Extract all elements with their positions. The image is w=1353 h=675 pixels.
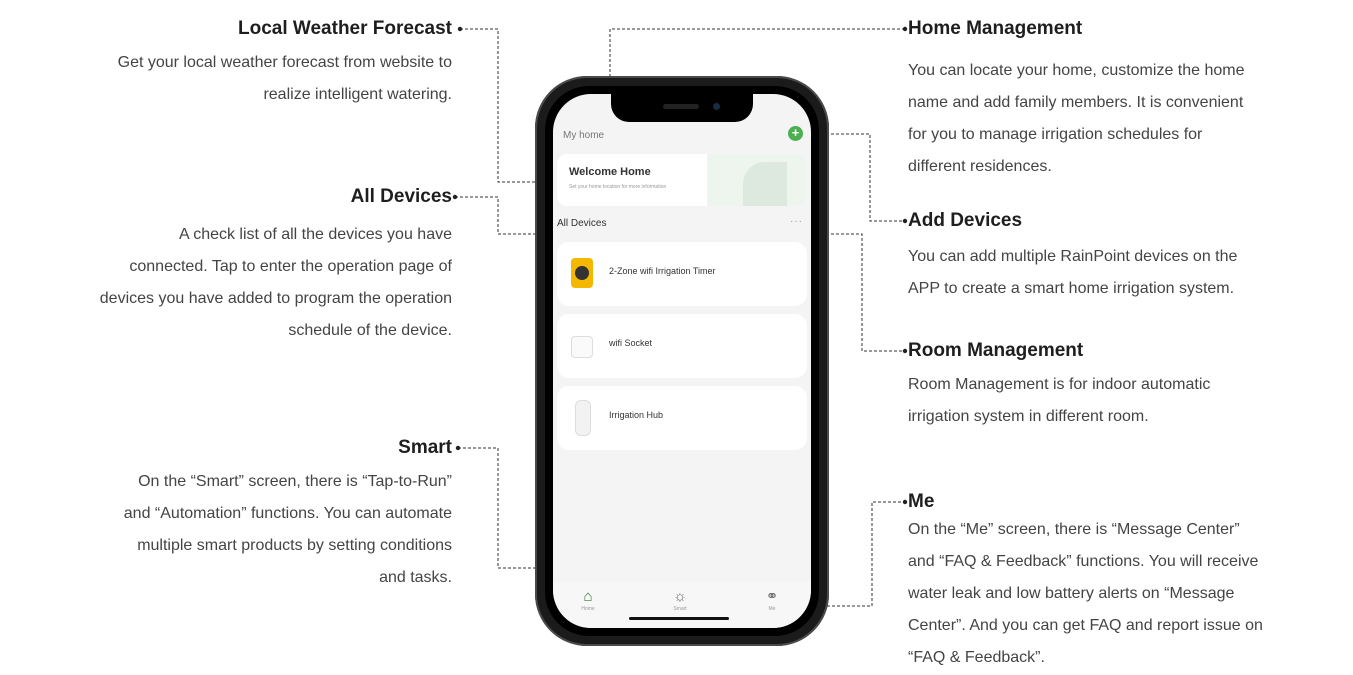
add-device-button[interactable]: + — [788, 126, 803, 141]
annotation-line: realize intelligent watering. — [263, 86, 452, 103]
annotation-line: devices you have added to program the op… — [99, 290, 452, 307]
annotation-line: Get your local weather forecast from web… — [117, 54, 452, 71]
tab-me[interactable]: ⚭ Me — [757, 588, 787, 612]
tab-bar: ⌂ Home ☼ Smart ⚭ Me — [553, 582, 811, 628]
annotation-title: Smart — [398, 437, 452, 458]
annotation-line: A check list of all the devices you have — [178, 226, 452, 243]
tab-home[interactable]: ⌂ Home — [573, 588, 603, 612]
device-label: 2-Zone wifi Irrigation Timer — [609, 266, 716, 276]
home-icon: ⌂ — [583, 588, 593, 605]
welcome-title: Welcome Home — [569, 166, 651, 178]
phone-notch — [611, 94, 753, 122]
device-label: Irrigation Hub — [609, 410, 664, 420]
phone-screen: My home + Welcome Home Set your home loc… — [553, 94, 811, 628]
annotation-room-management: Room Management Room Management is for i… — [908, 339, 1348, 433]
welcome-card[interactable]: Welcome Home Set your home location for … — [557, 154, 807, 206]
annotation-line: and “Automation” functions. You can auto… — [123, 505, 452, 522]
annotation-title: Local Weather Forecast — [237, 18, 452, 39]
tab-label: Me — [768, 606, 776, 612]
annotation-title: Me — [908, 491, 935, 512]
phone-frame: My home + Welcome Home Set your home loc… — [535, 76, 829, 646]
annotation-line: name and add family members. It is conve… — [908, 94, 1244, 111]
device-label: wifi Socket — [609, 338, 653, 348]
more-options-icon[interactable]: ··· — [790, 216, 803, 227]
annotation-line: schedule of the device. — [288, 322, 452, 339]
phone-bezel: My home + Welcome Home Set your home loc… — [545, 86, 819, 636]
annotation-line: and tasks. — [379, 569, 452, 586]
annotation-title: Home Management — [908, 18, 1083, 39]
annotation-title: All Devices — [350, 186, 452, 207]
annotation-line: Center”. And you can get FAQ and report … — [908, 617, 1263, 634]
hub-icon — [575, 400, 591, 436]
annotation-line: On the “Smart” screen, there is “Tap-to-… — [138, 473, 452, 490]
annotation-line: Room Management is for indoor automatic — [908, 376, 1211, 393]
home-indicator — [629, 617, 729, 620]
annotation-line: You can locate your home, customize the … — [908, 62, 1245, 79]
camera-icon — [713, 103, 720, 110]
annotation-add-devices: Add Devices You can add multiple RainPoi… — [908, 209, 1348, 305]
annotation-line: water leak and low battery alerts on “Me… — [908, 585, 1235, 602]
annotation-title: Add Devices — [908, 210, 1023, 231]
annotation-line: “FAQ & Feedback”. — [908, 649, 1045, 666]
annotation-line: and “FAQ & Feedback” functions. You will… — [908, 553, 1259, 570]
annotation-home-management: Home Management You can locate your home… — [908, 17, 1348, 183]
device-card-socket[interactable]: wifi Socket — [557, 314, 807, 378]
socket-icon — [571, 336, 593, 358]
annotation-line: connected. Tap to enter the operation pa… — [129, 258, 452, 275]
annotation-all-devices: All Devices A check list of all the devi… — [0, 185, 452, 347]
devices-header: All Devices — [557, 218, 607, 229]
annotation-line: multiple smart products by setting condi… — [137, 537, 452, 554]
home-selector[interactable]: My home — [563, 130, 604, 141]
tab-label: Home — [581, 606, 595, 612]
annotation-title: Room Management — [908, 340, 1084, 361]
annotation-line: You can add multiple RainPoint devices o… — [908, 248, 1238, 265]
device-card-timer[interactable]: 2-Zone wifi Irrigation Timer — [557, 242, 807, 306]
annotation-line: for you to manage irrigation schedules f… — [908, 126, 1203, 143]
map-area — [743, 162, 787, 206]
annotation-me: Me On the “Me” screen, there is “Message… — [908, 490, 1348, 674]
annotation-smart: Smart On the “Smart” screen, there is “T… — [0, 436, 452, 594]
annotation-line: different residences. — [908, 158, 1052, 175]
sun-icon: ☼ — [673, 588, 687, 605]
speaker-grille — [663, 104, 699, 109]
me-icon: ⚭ — [765, 588, 779, 605]
tab-smart[interactable]: ☼ Smart — [665, 588, 695, 612]
welcome-subtitle: Set your home location for more informat… — [569, 184, 667, 190]
annotation-line: On the “Me” screen, there is “Message Ce… — [908, 521, 1240, 538]
device-card-hub[interactable]: Irrigation Hub — [557, 386, 807, 450]
annotation-line: APP to create a smart home irrigation sy… — [908, 280, 1235, 297]
tab-label: Smart — [673, 606, 687, 612]
irrigation-timer-icon — [571, 258, 593, 288]
annotation-local-weather: Local Weather Forecast Get your local we… — [0, 17, 452, 111]
annotation-line: irrigation system in different room. — [908, 408, 1149, 425]
